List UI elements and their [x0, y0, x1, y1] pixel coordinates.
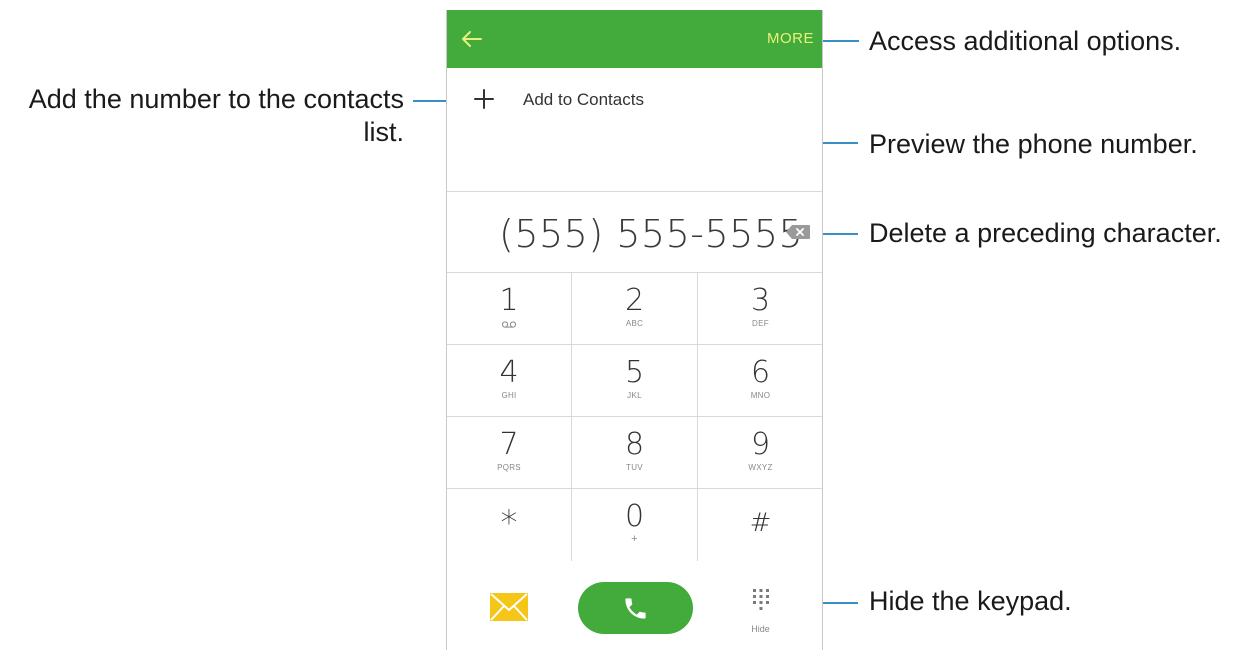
key-hash[interactable]: #	[698, 489, 823, 561]
callout-hide: Hide the keypad.	[869, 586, 1072, 616]
key-2[interactable]: 2 ABC	[572, 273, 698, 344]
hide-keypad-button[interactable]: Hide	[738, 584, 783, 636]
back-arrow-icon[interactable]	[461, 28, 483, 50]
keypad-row: * 0 + #	[447, 489, 822, 561]
key-digit: 5	[624, 355, 645, 390]
key-6[interactable]: 6 MNO	[698, 345, 823, 416]
callout-more: Access additional options.	[869, 26, 1182, 56]
phone-call-icon	[625, 598, 646, 619]
key-letters: MNO	[750, 391, 771, 400]
callout-delete: Delete a preceding character.	[869, 218, 1222, 248]
key-letters: PQRS	[497, 463, 521, 472]
divider	[447, 191, 822, 192]
backspace-icon[interactable]	[785, 224, 811, 240]
hide-label: Hide	[751, 624, 770, 634]
key-digit: 9	[750, 427, 771, 462]
key-digit: 4	[499, 355, 519, 390]
key-star[interactable]: *	[447, 489, 572, 561]
key-letters: WXYZ	[748, 463, 773, 472]
dialer-screen: MORE Add to Contacts (555) 555-5555 1 2 …	[446, 10, 823, 650]
key-digit: 2	[624, 283, 645, 318]
keypad-row: 7 PQRS 8 TUV 9 WXYZ	[447, 417, 822, 489]
dial-keypad: 1 2 ABC 3 DEF 4 GHI 5 JKL 6 MNO 7 PQRS 8…	[447, 272, 822, 565]
key-7[interactable]: 7 PQRS	[447, 417, 572, 488]
message-icon[interactable]	[489, 592, 529, 622]
key-8[interactable]: 8 TUV	[572, 417, 698, 488]
key-letters: GHI	[501, 391, 517, 400]
key-digit: 7	[499, 427, 519, 462]
key-digit: #	[749, 508, 772, 538]
key-digit: 0	[624, 499, 645, 534]
key-3[interactable]: 3 DEF	[698, 273, 823, 344]
top-app-bar: MORE	[447, 10, 822, 68]
callout-preview: Preview the phone number.	[869, 129, 1198, 159]
key-digit: 6	[750, 355, 771, 390]
key-4[interactable]: 4 GHI	[447, 345, 572, 416]
call-button[interactable]	[578, 582, 693, 634]
key-letters: JKL	[627, 391, 642, 400]
callout-add-contacts-line1: Add the number to the contacts	[28, 84, 404, 114]
phone-number-display: (555) 555-5555	[499, 212, 804, 256]
dialer-action-bar: Hide	[447, 570, 822, 650]
key-letters: ABC	[625, 319, 644, 328]
key-digit: 1	[499, 283, 519, 318]
key-1[interactable]: 1	[447, 273, 572, 344]
key-digit: 8	[624, 427, 645, 462]
more-button[interactable]: MORE	[767, 30, 814, 47]
key-letters: +	[631, 533, 638, 545]
add-to-contacts-row[interactable]: Add to Contacts	[447, 82, 822, 122]
callout-add-contacts-line2: list.	[363, 117, 405, 147]
keypad-row: 1 2 ABC 3 DEF	[447, 273, 822, 345]
key-digit: 3	[750, 283, 771, 318]
key-9[interactable]: 9 WXYZ	[698, 417, 823, 488]
voicemail-icon	[501, 321, 517, 328]
key-letters: TUV	[626, 463, 643, 472]
key-5[interactable]: 5 JKL	[572, 345, 698, 416]
key-letters: DEF	[752, 319, 769, 328]
add-to-contacts-label: Add to Contacts	[523, 90, 644, 109]
key-digit: *	[500, 503, 518, 543]
keypad-row: 4 GHI 5 JKL 6 MNO	[447, 345, 822, 417]
keypad-dots-icon	[753, 589, 769, 610]
key-0[interactable]: 0 +	[572, 489, 698, 561]
plus-icon	[474, 89, 494, 109]
